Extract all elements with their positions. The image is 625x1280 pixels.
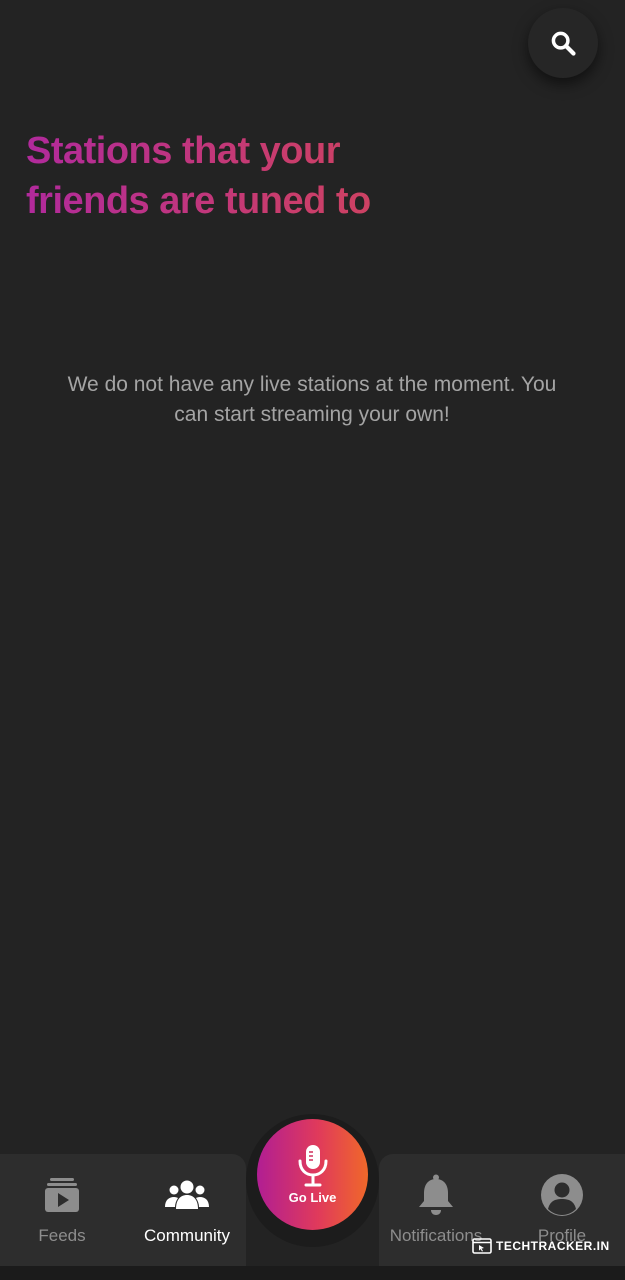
community-icon: [165, 1180, 209, 1209]
search-icon: [551, 31, 576, 56]
go-live-label: Go Live: [288, 1190, 337, 1205]
feeds-icon: [45, 1178, 79, 1212]
watermark: TECHTRACKER.IN: [472, 1237, 610, 1255]
nav-label-community: Community: [144, 1226, 230, 1245]
community-screen: Stations that your friends are tuned to …: [0, 0, 625, 1280]
page-title: Stations that your friends are tuned to: [26, 126, 446, 226]
nav-bottom-strip: [0, 1266, 625, 1280]
nav-item-feeds[interactable]: Feeds: [0, 1168, 124, 1260]
go-live-button[interactable]: Go Live: [257, 1119, 368, 1230]
nav-item-community[interactable]: Community: [125, 1168, 249, 1260]
watermark-text: TECHTRACKER.IN: [496, 1239, 610, 1253]
browser-window-icon: [472, 1238, 492, 1254]
profile-icon: [541, 1174, 583, 1216]
empty-state-message: We do not have any live stations at the …: [67, 373, 557, 426]
nav-label-notifications: Notifications: [389, 1226, 483, 1245]
bell-icon: [419, 1174, 453, 1215]
microphone-icon: [298, 1145, 327, 1187]
nav-label-feeds: Feeds: [38, 1226, 86, 1245]
search-button[interactable]: [528, 8, 598, 78]
